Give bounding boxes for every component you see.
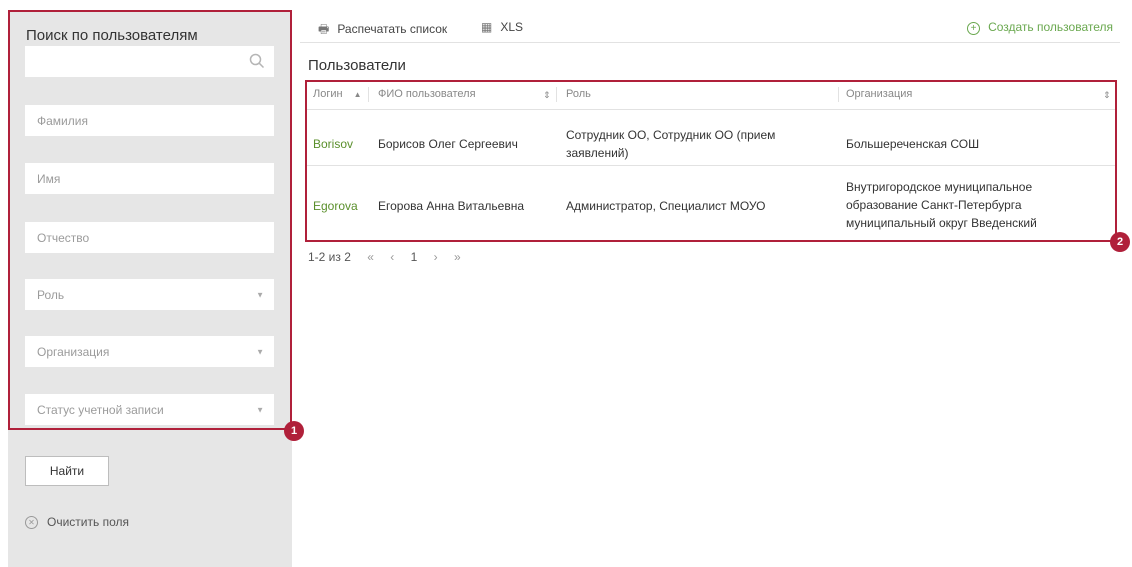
pagination: 1-2 из 2 « ‹ 1 › » (308, 250, 474, 264)
callout-badge-1: 1 (284, 421, 304, 441)
prev-page-icon[interactable]: ‹ (390, 250, 394, 264)
clear-icon: ✕ (25, 516, 38, 530)
page-number[interactable]: 1 (411, 250, 418, 264)
clear-fields-link[interactable]: ✕ Очистить поля (25, 515, 129, 530)
next-page-icon[interactable]: › (434, 250, 438, 264)
clear-fields-label: Очистить поля (47, 515, 129, 529)
print-list-label: Распечатать список (337, 22, 448, 36)
first-page-icon[interactable]: « (367, 250, 374, 264)
callout-badge-2: 2 (1110, 232, 1130, 252)
print-list-button[interactable]: 🖶 Распечатать список (318, 20, 447, 41)
highlight-frame-table (305, 80, 1117, 242)
create-user-button[interactable]: + Создать пользователя (967, 20, 1113, 35)
pagination-range: 1-2 из 2 (308, 250, 351, 264)
xls-export-button[interactable]: ▦ XLS (481, 20, 523, 34)
xls-label: XLS (500, 20, 524, 34)
last-page-icon[interactable]: » (454, 250, 461, 264)
highlight-frame-search (8, 10, 292, 430)
plus-circle-icon: + (967, 22, 981, 35)
page-title: Пользователи (308, 57, 406, 74)
create-user-label: Создать пользователя (988, 20, 1113, 34)
printer-icon: 🖶 (318, 22, 330, 36)
spreadsheet-icon: ▦ (481, 20, 493, 34)
find-button[interactable]: Найти (25, 456, 109, 486)
toolbar: 🖶 Распечатать список ▦ XLS + Создать пользо… (300, 10, 1120, 43)
